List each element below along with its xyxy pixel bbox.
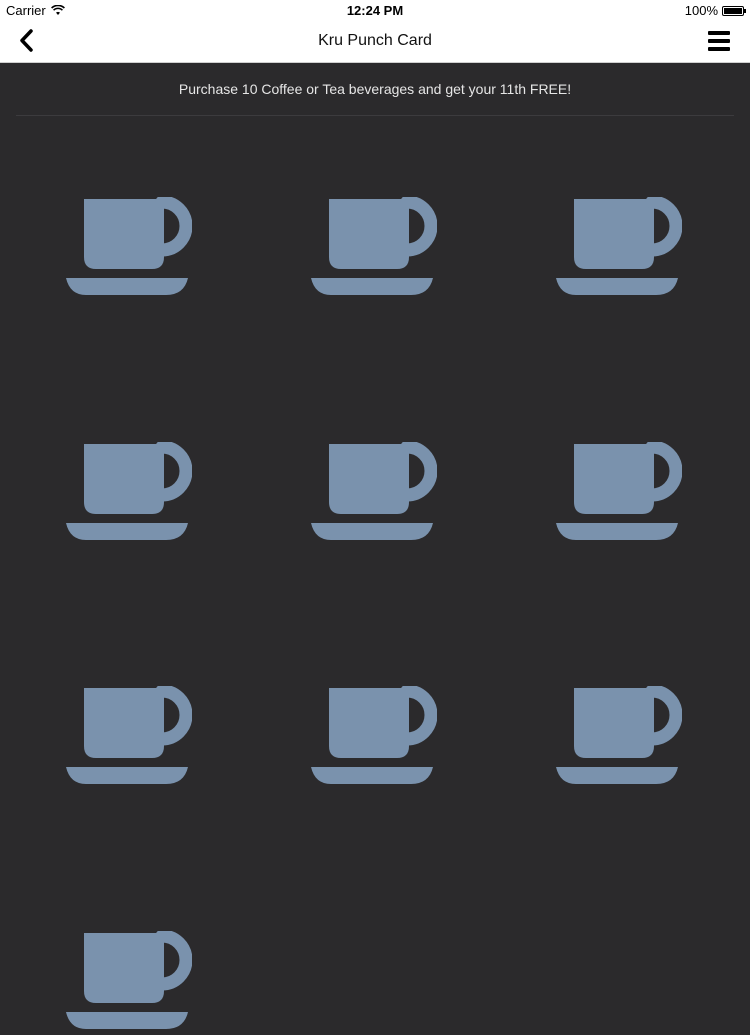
coffee-cup-icon [66, 442, 192, 540]
coffee-cup-icon [556, 686, 682, 784]
hamburger-menu-icon [708, 31, 730, 51]
page-title: Kru Punch Card [318, 32, 432, 49]
status-time: 12:24 PM [346, 3, 404, 18]
coffee-cup-icon [66, 197, 192, 295]
punch-card-grid [0, 116, 750, 1029]
coffee-cup-icon [66, 686, 192, 784]
coffee-cup-icon [311, 197, 437, 295]
coffee-cup-icon [556, 197, 682, 295]
coffee-cup-icon [311, 686, 437, 784]
navigation-bar: Kru Punch Card [0, 20, 750, 63]
battery-icon [722, 5, 746, 16]
coffee-cup-icon [556, 442, 682, 540]
coffee-cup-icon [311, 442, 437, 540]
menu-button[interactable] [706, 28, 732, 54]
battery-percent: 100% [684, 3, 718, 18]
promo-banner: Purchase 10 Coffee or Tea beverages and … [16, 63, 734, 116]
coffee-cup-icon [66, 931, 192, 1029]
status-bar: Carrier 12:24 PM 100% [0, 0, 750, 20]
status-right: 100% [684, 3, 746, 18]
